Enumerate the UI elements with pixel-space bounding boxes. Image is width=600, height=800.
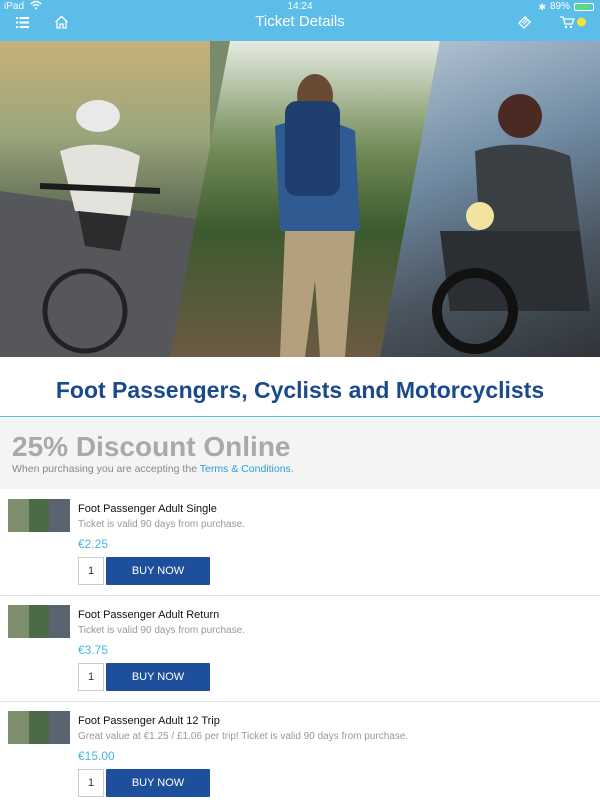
terms-notice: When purchasing you are accepting the Te… — [12, 463, 294, 475]
ticket-icon[interactable] — [515, 14, 533, 30]
ticket-price: €15.00 — [78, 749, 115, 763]
ticket-price: €2.25 — [78, 537, 109, 551]
ticket-description: Great value at €1.25 / £1.06 per trip! T… — [78, 731, 409, 742]
ticket-description: Ticket is valid 90 days from purchase. — [78, 519, 245, 530]
buy-now-button[interactable]: BUY NOW — [106, 663, 210, 691]
ticket-description: Ticket is valid 90 days from purchase. — [78, 625, 245, 636]
terms-text: When purchasing you are accepting the — [12, 463, 200, 475]
battery-fill — [576, 5, 590, 9]
ticket-price: €3.75 — [78, 643, 109, 657]
section-title: Foot Passengers, Cyclists and Motorcycli… — [55, 377, 545, 403]
ticket-name: Foot Passenger Adult Single — [78, 503, 217, 515]
quantity-input[interactable]: 1 — [78, 557, 104, 585]
quantity-input[interactable]: 1 — [78, 663, 104, 691]
section-header: Foot Passengers, Cyclists and Motorcycli… — [0, 357, 600, 417]
top-bar: iPad 14:24 ✱ 89% Ticket Details — [0, 0, 600, 41]
ticket-item: Foot Passenger Adult 12 Trip Great value… — [0, 702, 600, 800]
ticket-thumbnail — [8, 711, 70, 744]
battery-icon — [574, 3, 594, 11]
discount-headline: 25% Discount Online — [12, 431, 291, 462]
promo-banner: 25% Discount Online When purchasing you … — [0, 417, 600, 489]
ticket-thumbnail — [8, 605, 70, 638]
buy-now-button[interactable]: BUY NOW — [106, 769, 210, 797]
navbar: Ticket Details — [0, 14, 600, 41]
status-right: ✱ 89% — [538, 0, 594, 14]
ticket-name: Foot Passenger Adult 12 Trip — [78, 715, 220, 727]
bluetooth-icon: ✱ — [538, 2, 546, 12]
ticket-item: Foot Passenger Adult Return Ticket is va… — [0, 596, 600, 702]
ticket-thumbnail — [8, 499, 70, 532]
terms-link[interactable]: Terms & Conditions — [200, 463, 291, 475]
battery-percent: 89% — [549, 1, 570, 12]
status-bar: iPad 14:24 ✱ 89% — [0, 0, 600, 14]
quantity-input[interactable]: 1 — [78, 769, 104, 797]
ticket-name: Foot Passenger Adult Return — [78, 609, 220, 621]
status-time: 14:24 — [287, 1, 313, 12]
page-title: Ticket Details — [255, 13, 345, 30]
cart-icon[interactable] — [558, 14, 588, 30]
buy-now-button[interactable]: BUY NOW — [106, 557, 210, 585]
terms-suffix: . — [290, 463, 294, 475]
ticket-item: Foot Passenger Adult Single Ticket is va… — [0, 490, 600, 596]
cyclist-photo — [0, 41, 210, 357]
hero-image — [0, 41, 600, 357]
